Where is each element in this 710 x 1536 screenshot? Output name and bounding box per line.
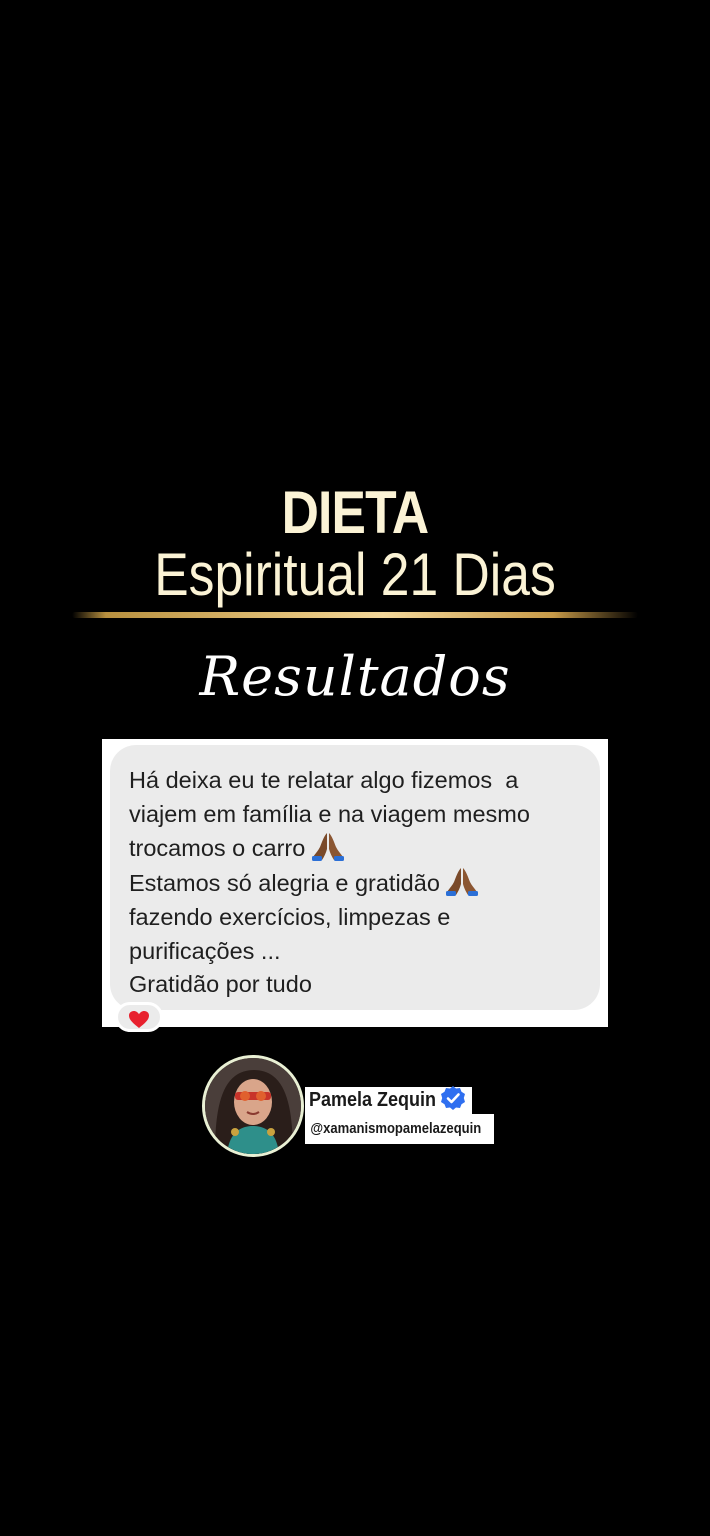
verified-badge-icon [440, 1085, 466, 1116]
avatar [202, 1055, 304, 1157]
profile-name: Pamela Zequin [309, 1089, 437, 1111]
page-subtitle: Espiritual 21 Dias [154, 541, 556, 608]
message-line: trocamos o carro [129, 835, 306, 862]
heart-icon [129, 1011, 149, 1028]
gold-divider [72, 612, 638, 618]
message-line: Há deixa eu te relatar algo fizemos a [129, 767, 519, 793]
profile-name-box: Pamela Zequin [305, 1085, 473, 1116]
message-line: purificações ... [129, 937, 281, 964]
message-line: Gratidão por tudo [129, 971, 312, 998]
message-text: Há deixa eu te relatar algo fizemos a vi… [129, 764, 599, 1002]
page-title: DIETA [281, 479, 430, 546]
folded-hands-icon [446, 866, 479, 897]
message-line: viajem em família e na viagem mesmo [129, 800, 530, 827]
results-heading: Resultados [199, 645, 511, 708]
profile-handle-box: @xamanismopamelazequin [305, 1114, 494, 1144]
message-line: Estamos só alegria e gratidão [129, 870, 440, 897]
testimonial-screenshot: Há deixa eu te relatar algo fizemos a vi… [102, 739, 608, 1032]
message-line: fazendo exercícios, limpezas e [129, 903, 451, 930]
message-bubble: Há deixa eu te relatar algo fizemos a vi… [110, 745, 600, 1010]
profile-handle: @xamanismopamelazequin [310, 1121, 482, 1137]
folded-hands-icon [311, 831, 344, 862]
heart-reaction[interactable] [115, 1002, 163, 1032]
